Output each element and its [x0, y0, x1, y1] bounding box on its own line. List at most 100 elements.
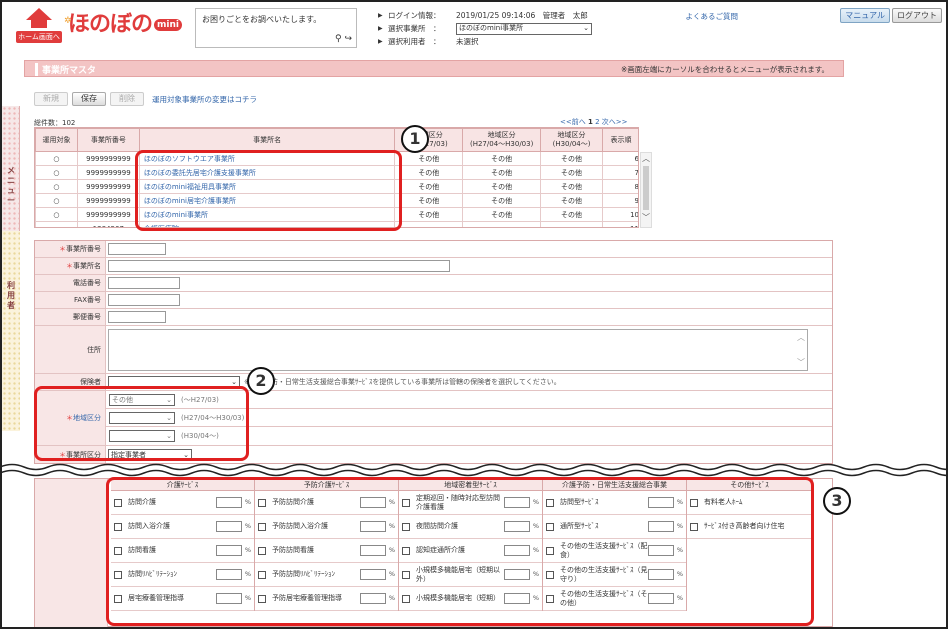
postal-label: 郵便番号	[73, 313, 101, 321]
percent-label: %	[244, 570, 251, 578]
service-name: 訪問介護	[128, 498, 156, 506]
service-checkbox[interactable]	[402, 570, 410, 579]
percent-input[interactable]	[215, 521, 242, 532]
fax-input[interactable]	[108, 294, 180, 306]
percent-input[interactable]	[215, 545, 242, 556]
service-checkbox[interactable]	[114, 570, 122, 579]
percent-input[interactable]	[647, 593, 674, 604]
cell-use: ○	[35, 207, 78, 222]
table-row[interactable]: ○ 9999999999 ほのぼの委託先居宅介護支援事業所 その他 その他 その他 7	[35, 165, 638, 180]
postal-input[interactable]	[108, 311, 166, 323]
cell-name[interactable]: ほのぼの委託先居宅介護支援事業所	[138, 165, 396, 180]
percent-input[interactable]	[503, 521, 530, 532]
cell-name[interactable]: ほのぼのmini福祉用具事業所	[138, 179, 396, 194]
service-checkbox[interactable]	[258, 546, 266, 555]
manual-button[interactable]: マニュアル	[840, 8, 890, 23]
percent-input[interactable]	[359, 593, 386, 604]
header: ホーム画面へ ✲ ほのぼの mini お困りごとをお調べいたします。 ⚲ ↪ ▶ ロ…	[2, 2, 946, 54]
table-row[interactable]: 1234567介護医療院 11	[35, 221, 638, 227]
region-select-3[interactable]: ⌄	[109, 430, 175, 442]
refresh-arrow-icon[interactable]: ↪	[344, 34, 352, 44]
service-checkbox[interactable]	[546, 498, 554, 507]
percent-input[interactable]	[647, 569, 674, 580]
service-checkbox[interactable]	[114, 522, 122, 531]
percent-input[interactable]	[503, 569, 530, 580]
percent-input[interactable]	[503, 545, 530, 556]
percent-input[interactable]	[503, 497, 530, 508]
insurer-select[interactable]: ⌄	[108, 376, 240, 388]
service-checkbox[interactable]	[690, 522, 698, 531]
percent-input[interactable]	[215, 593, 242, 604]
percent-input[interactable]	[359, 497, 386, 508]
office-type-select[interactable]: 指定事業者 ⌄	[108, 448, 192, 461]
office-number-input[interactable]	[108, 243, 166, 255]
percent-input[interactable]	[647, 521, 674, 532]
address-textarea[interactable]: ︿ ﹀	[108, 328, 808, 371]
pager-next[interactable]: 次へ>>	[602, 118, 628, 126]
pager-prev[interactable]: <<前へ	[560, 118, 586, 126]
user-tab[interactable]: 利用者	[2, 231, 20, 431]
service-checkbox[interactable]	[690, 498, 698, 507]
service-column-header: 介護ｻｰﾋﾞｽ	[111, 479, 254, 491]
cell-name[interactable]: 介護医療院	[138, 221, 396, 227]
pager-page-2[interactable]: 2	[595, 118, 599, 126]
service-checkbox[interactable]	[402, 522, 410, 531]
help-search-box[interactable]: お困りごとをお調べいたします。 ⚲ ↪	[195, 8, 357, 48]
percent-input[interactable]	[647, 545, 674, 556]
percent-label: %	[388, 546, 395, 554]
service-name: 予防訪問介護	[272, 498, 314, 506]
cell-order: 7	[602, 165, 638, 180]
percent-input[interactable]	[215, 569, 242, 580]
percent-input[interactable]	[215, 497, 242, 508]
delete-button[interactable]: 削除	[110, 92, 144, 106]
service-checkbox[interactable]	[114, 546, 122, 555]
logout-button[interactable]: ログアウト	[892, 8, 942, 23]
service-checkbox[interactable]	[114, 498, 122, 507]
region-select-2[interactable]: ⌄	[109, 411, 175, 424]
table-scrollbar[interactable]: ︿ ﹀	[640, 152, 652, 228]
table-row[interactable]: ○ 9999999999 ほのぼのソフトウエア事業所 その他 その他 その他 6	[35, 151, 638, 166]
service-checkbox[interactable]	[546, 594, 554, 603]
home-label: ホーム画面へ	[16, 31, 62, 43]
service-checkbox[interactable]	[546, 546, 554, 555]
faq-link[interactable]: よくあるご質問	[686, 11, 739, 22]
service-item: 訪問介護%	[111, 491, 254, 515]
service-checkbox[interactable]	[258, 570, 266, 579]
service-checkbox[interactable]	[402, 546, 410, 555]
office-name-input[interactable]	[108, 260, 450, 272]
table-row[interactable]: ○ 9999999999 ほのぼのmini居宅介護事業所 その他 その他 その他 9	[35, 193, 638, 208]
service-checkbox[interactable]	[546, 522, 554, 531]
change-office-link[interactable]: 運用対象事業所の変更はコチラ	[152, 94, 257, 105]
service-checkbox[interactable]	[402, 498, 410, 507]
home-button[interactable]: ホーム画面へ	[16, 8, 62, 48]
chevron-up-icon[interactable]: ︿	[641, 153, 651, 164]
cell-name[interactable]: ほのぼのmini居宅介護事業所	[138, 193, 396, 208]
service-checkbox[interactable]	[546, 570, 554, 579]
region-select-1[interactable]: その他 ⌄	[109, 393, 175, 406]
service-checkbox[interactable]	[258, 522, 266, 531]
service-checkbox[interactable]	[114, 594, 122, 603]
percent-input[interactable]	[647, 497, 674, 508]
percent-input[interactable]	[359, 521, 386, 532]
office-select[interactable]: ほのぼのmini事業所 ⌄	[456, 22, 592, 35]
percent-input[interactable]	[359, 569, 386, 580]
new-button[interactable]: 新規	[34, 92, 68, 106]
cell-r3	[540, 221, 604, 227]
service-checkbox[interactable]	[402, 594, 410, 603]
service-column: 介護ｻｰﾋﾞｽ 訪問介護% 訪問入浴介護% 訪問看護% 訪問ﾘﾊﾋﾞﾘﾃｰｼｮﾝ% 居宅療…	[111, 479, 255, 611]
phone-input[interactable]	[108, 277, 180, 289]
page-title: 事業所マスタ	[35, 63, 96, 76]
table-row[interactable]: ○ 9999999999 ほのぼのmini福祉用具事業所 その他 その他 その他 8	[35, 179, 638, 194]
percent-input[interactable]	[503, 593, 530, 604]
service-item: 予防訪問介護%	[255, 491, 398, 515]
cell-name[interactable]: ほのぼのmini事業所	[138, 207, 396, 222]
percent-input[interactable]	[359, 545, 386, 556]
table-row[interactable]: ○ 9999999999 ほのぼのmini事業所 その他 その他 その他 10	[35, 207, 638, 222]
service-checkbox[interactable]	[258, 594, 266, 603]
scroll-thumb[interactable]	[643, 166, 649, 210]
service-checkbox[interactable]	[258, 498, 266, 507]
chevron-down-icon[interactable]: ﹀	[641, 212, 651, 223]
cell-name[interactable]: ほのぼのソフトウエア事業所	[138, 151, 396, 166]
search-icon[interactable]: ⚲	[335, 34, 342, 44]
save-button[interactable]: 保存	[72, 92, 106, 106]
